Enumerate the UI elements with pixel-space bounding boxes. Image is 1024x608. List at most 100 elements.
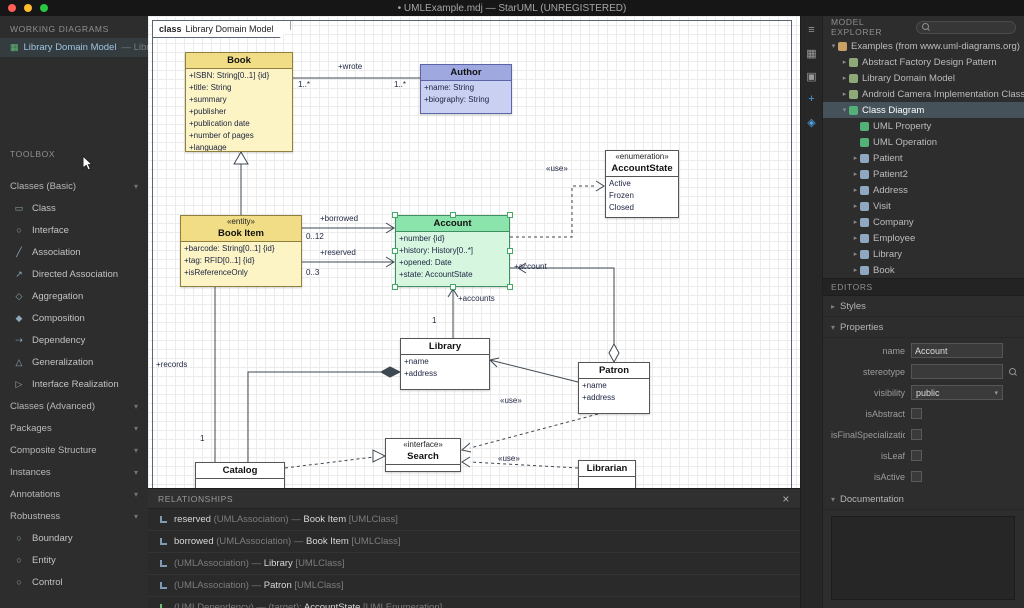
toolbox-section-packages[interactable]: Packages▾	[0, 417, 148, 439]
mouse-cursor-icon	[82, 156, 94, 172]
tree-expand-icon[interactable]: ▸	[851, 250, 860, 258]
visibility-select[interactable]: public ▾	[911, 385, 1003, 400]
tree-expand-icon[interactable]: ▸	[840, 58, 849, 66]
zoom-window-button[interactable]	[40, 4, 48, 12]
relationship-row[interactable]: (UMLAssociation) — Library [UMLClass]	[148, 553, 800, 575]
documentation-section[interactable]: ▾ Documentation	[823, 489, 1024, 510]
properties-section[interactable]: ▾ Properties	[823, 317, 1024, 338]
working-diagram-item[interactable]: ▦ Library Domain Model — Libra	[0, 38, 148, 57]
association-icon: ╱	[13, 247, 25, 258]
tree-item-uml-operation[interactable]: UML Operation	[823, 134, 1024, 150]
tree-item-employee[interactable]: ▸Employee	[823, 230, 1024, 246]
toolbox: Classes (Basic)▾▭Class○Interface╱Associa…	[0, 175, 148, 593]
tree-item-book[interactable]: ▸Book	[823, 262, 1024, 278]
isleaf-checkbox[interactable]	[911, 450, 922, 461]
toolbox-item-interface[interactable]: ○Interface	[0, 219, 148, 241]
minimap-icon[interactable]: ▣	[804, 68, 820, 84]
tree-expand-icon[interactable]: ▸	[851, 186, 860, 194]
tree-expand-icon[interactable]: ▸	[840, 74, 849, 82]
relationship-row[interactable]: (UMLDependency) — (target): AccountState…	[148, 597, 800, 608]
isabstract-property-row: isAbstract	[823, 403, 1024, 424]
tree-item-examples-from-www-uml-diagrams-org[interactable]: ▾Examples (from www.uml-diagrams.org)	[823, 38, 1024, 54]
frame-keyword: class	[159, 24, 182, 34]
isfinalspecialization-checkbox[interactable]	[911, 429, 922, 440]
tree-expand-icon[interactable]: ▸	[851, 154, 860, 162]
move-tool-icon[interactable]: +	[804, 91, 820, 107]
tree-item-icon	[838, 42, 847, 51]
tree-item-patient[interactable]: ▸Patient	[823, 150, 1024, 166]
close-panel-icon[interactable]: ×	[782, 492, 790, 506]
diagram-canvas[interactable]: Book+ISBN: String[0..1] {id}+title: Stri…	[148, 16, 800, 488]
toolbox-section-classes-basic[interactable]: Classes (Basic)▾	[0, 175, 148, 197]
isleaf-label: isLeaf	[831, 451, 905, 461]
toolbox-item-dependency[interactable]: ⇢Dependency	[0, 329, 148, 351]
styles-section[interactable]: ▸ Styles	[823, 296, 1024, 317]
toolbox-item-directed-association[interactable]: ↗Directed Association	[0, 263, 148, 285]
stereotype-search-icon[interactable]	[1009, 368, 1017, 376]
documentation-textarea[interactable]	[831, 516, 1015, 600]
styles-label: Styles	[840, 301, 866, 312]
toolbox-item-aggregation[interactable]: ◇Aggregation	[0, 285, 148, 307]
tree-expand-icon[interactable]: ▸	[851, 202, 860, 210]
relationship-text: reserved (UMLAssociation) — Book Item [U…	[174, 514, 398, 525]
toolbox-item-interface-realization[interactable]: ▷Interface Realization	[0, 373, 148, 395]
tree-expand-icon[interactable]: ▾	[829, 42, 838, 50]
relationship-row[interactable]: (UMLAssociation) — Patron [UMLClass]	[148, 575, 800, 597]
toolbox-item-label: Boundary	[32, 533, 73, 544]
toolbox-section-annotations[interactable]: Annotations▾	[0, 483, 148, 505]
tree-item-class-diagram[interactable]: ▾Class Diagram	[823, 102, 1024, 118]
toolbox-section-classes-advanced[interactable]: Classes (Advanced)▾	[0, 395, 148, 417]
tree-item-label: Abstract Factory Design Pattern	[862, 57, 997, 68]
tree-expand-icon[interactable]: ▾	[840, 106, 849, 114]
toolbox-item-association[interactable]: ╱Association	[0, 241, 148, 263]
tree-item-patient2[interactable]: ▸Patient2	[823, 166, 1024, 182]
tree-item-icon	[860, 202, 869, 211]
tree-item-company[interactable]: ▸Company	[823, 214, 1024, 230]
tree-item-icon	[860, 234, 869, 243]
toolbox-item-entity[interactable]: ○Entity	[0, 549, 148, 571]
editors-header: EDITORS	[823, 278, 1024, 296]
tree-item-library[interactable]: ▸Library	[823, 246, 1024, 262]
toolbox-section-instances[interactable]: Instances▾	[0, 461, 148, 483]
tree-expand-icon[interactable]: ▸	[851, 266, 860, 274]
stereotype-property-label: stereotype	[831, 367, 905, 377]
toolbox-section-composite-structure[interactable]: Composite Structure▾	[0, 439, 148, 461]
tree-item-uml-property[interactable]: UML Property	[823, 118, 1024, 134]
toolbox-item-control[interactable]: ○Control	[0, 571, 148, 593]
isactive-checkbox[interactable]	[911, 471, 922, 482]
isabstract-checkbox[interactable]	[911, 408, 922, 419]
tree-expand-icon[interactable]: ▸	[840, 90, 849, 98]
tree-expand-icon[interactable]: ▸	[851, 218, 860, 226]
toolbox-item-composition[interactable]: ◆Composition	[0, 307, 148, 329]
pages-icon[interactable]: ≡	[804, 22, 820, 38]
chevron-right-icon: ▸	[831, 302, 835, 311]
explorer-search-input[interactable]	[916, 21, 1016, 34]
toolbox-section-label: Robustness	[10, 511, 60, 522]
tree-item-visit[interactable]: ▸Visit	[823, 198, 1024, 214]
tree-item-address[interactable]: ▸Address	[823, 182, 1024, 198]
close-window-button[interactable]	[8, 4, 16, 12]
tree-expand-icon[interactable]: ▸	[851, 234, 860, 242]
working-diagrams-header: WORKING DIAGRAMS	[0, 16, 148, 38]
tree-item-abstract-factory-design-pattern[interactable]: ▸ Abstract Factory Design Pattern	[823, 54, 1024, 70]
tree-expand-icon[interactable]: ▸	[851, 170, 860, 178]
tree-item-library-domain-model[interactable]: ▸Library Domain Model	[823, 70, 1024, 86]
tree-item-android-camera-implementation-class[interactable]: ▸Android Camera Implementation Class	[823, 86, 1024, 102]
grid-view-icon[interactable]: ▦	[804, 45, 820, 61]
minimize-window-button[interactable]	[24, 4, 32, 12]
tree-item-icon	[849, 58, 858, 67]
isfinalspecialization-label: isFinalSpecialization	[831, 430, 905, 440]
right-panel: MODEL EXPLORER ▾Examples (from www.uml-d…	[822, 16, 1024, 608]
relationship-row[interactable]: reserved (UMLAssociation) — Book Item [U…	[148, 509, 800, 531]
toolbox-item-boundary[interactable]: ○Boundary	[0, 527, 148, 549]
toolbox-section-robustness[interactable]: Robustness▾	[0, 505, 148, 527]
relationship-row[interactable]: borrowed (UMLAssociation) — Book Item [U…	[148, 531, 800, 553]
toolbox-item-class[interactable]: ▭Class	[0, 197, 148, 219]
toolbox-item-generalization[interactable]: △Generalization	[0, 351, 148, 373]
stereotype-property-input[interactable]	[911, 364, 1003, 379]
edge-label: 1	[200, 434, 204, 443]
share-icon[interactable]: ◈	[804, 114, 820, 130]
edge-label: 0..12	[306, 232, 324, 241]
visibility-property-row: visibility public ▾	[823, 382, 1024, 403]
name-property-input[interactable]	[911, 343, 1003, 358]
